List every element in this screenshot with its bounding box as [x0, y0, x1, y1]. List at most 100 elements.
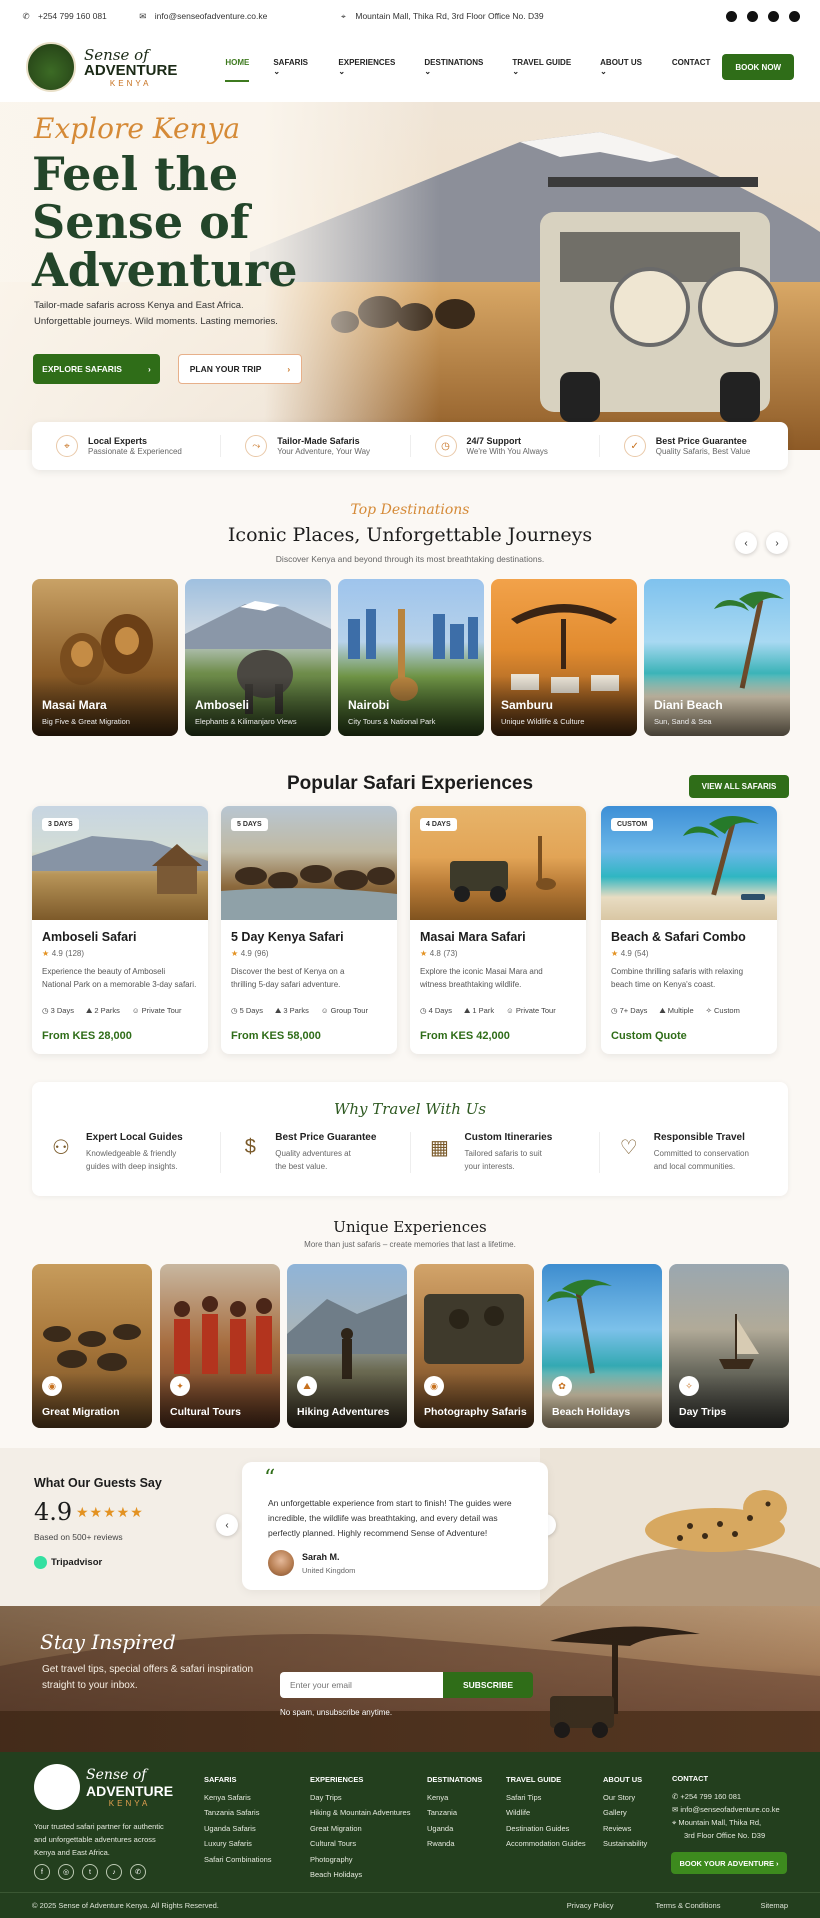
top-bar: ✆ +254 799 160 081 ✉ info@senseofadventure… — [0, 0, 820, 32]
footer-link[interactable]: Great Migration — [310, 1821, 410, 1837]
mail-icon: ✉ — [672, 1805, 679, 1814]
explore-safaris-button[interactable]: EXPLORE SAFARIS › — [33, 354, 160, 384]
footer-link[interactable]: Sustainability — [603, 1836, 647, 1852]
destinations-kicker: Top Destinations — [350, 502, 470, 518]
footer-link[interactable]: Day Trips — [310, 1790, 410, 1806]
topbar-email[interactable]: ✉ info@senseofadventure.co.ke — [137, 10, 267, 22]
safari-price: From KES 28,000 — [42, 1030, 132, 1042]
whatsapp-icon[interactable]: ✆ — [130, 1864, 146, 1880]
copyright: © 2025 Sense of Adventure Kenya. All Rig… — [32, 1901, 219, 1910]
sitemap-link[interactable]: Sitemap — [760, 1901, 788, 1910]
footer-link[interactable]: Tanzania Safaris — [204, 1805, 272, 1821]
privacy-link[interactable]: Privacy Policy — [567, 1901, 614, 1910]
experience-card[interactable]: ✿ Beach Holidays — [542, 1264, 662, 1428]
safari-card[interactable]: 4 DAYS Masai Mara Safari ★ 4.8 (73) Expl… — [410, 806, 586, 1054]
footer-logo[interactable]: Sense of ADVENTURE KENYA — [34, 1764, 173, 1810]
footer-link[interactable]: Safari Tips — [506, 1790, 586, 1806]
footer-link[interactable]: Kenya Safaris — [204, 1790, 272, 1806]
experience-card[interactable]: ◉ Photography Safaris — [414, 1264, 534, 1428]
footer-link[interactable]: Accommodation Guides — [506, 1836, 586, 1852]
nav-destinations[interactable]: DESTINATIONS ⌄ — [412, 58, 500, 76]
tripadvisor-badge[interactable]: Tripadvisor — [34, 1556, 102, 1569]
instagram-icon[interactable]: ◎ — [58, 1864, 74, 1880]
footer-link[interactable]: Destination Guides — [506, 1821, 586, 1837]
testimonial-prev-button[interactable]: ‹ — [216, 1514, 238, 1536]
facebook-icon[interactable] — [726, 10, 737, 22]
footer-col-about: ABOUT US Our Story Gallery Reviews Susta… — [603, 1772, 647, 1852]
nav-experiences[interactable]: EXPERIENCES ⌄ — [326, 58, 412, 76]
footer-link[interactable]: Uganda Safaris — [204, 1821, 272, 1837]
whatsapp-icon[interactable] — [789, 10, 800, 22]
tiktok-icon[interactable]: ♪ — [106, 1864, 122, 1880]
guides-icon: ⚇ — [52, 1136, 70, 1159]
footer-link[interactable]: Gallery — [603, 1805, 647, 1821]
terms-link[interactable]: Terms & Conditions — [655, 1901, 720, 1910]
footer-link[interactable]: Wildlife — [506, 1805, 586, 1821]
footer-link[interactable]: Tanzania — [427, 1805, 482, 1821]
nav-about[interactable]: ABOUT US ⌄ — [588, 58, 660, 76]
destination-card[interactable]: Diani Beach Sun, Sand & Sea — [644, 579, 790, 736]
footer-link[interactable]: Photography — [310, 1852, 410, 1868]
why-item-responsible: ♡ Responsible Travel Committed to conserva… — [600, 1132, 788, 1173]
destination-card[interactable]: Masai Mara Big Five & Great Migration — [32, 579, 178, 736]
destination-card[interactable]: Nairobi City Tours & National Park — [338, 579, 484, 736]
footer-link[interactable]: Cultural Tours — [310, 1836, 410, 1852]
star-icon: ★ — [231, 949, 239, 958]
logo-emblem-icon — [34, 1764, 80, 1810]
subscribe-button[interactable]: SUBSCRIBE — [443, 1672, 533, 1698]
footer-bottom-bar: © 2025 Sense of Adventure Kenya. All Rig… — [0, 1892, 820, 1918]
footer-link[interactable]: Uganda — [427, 1821, 482, 1837]
footer-col-contact: CONTACT ✆ +254 799 160 081 ✉ info@senseo… — [672, 1774, 780, 1840]
footer-col-experiences: EXPERIENCES Day Trips Hiking & Mountain … — [310, 1772, 410, 1883]
nav-home[interactable]: HOME — [213, 58, 261, 82]
footer-link[interactable]: Beach Holidays — [310, 1867, 410, 1883]
safari-card[interactable]: CUSTOM Beach & Safari Combo ★ 4.9 (54) C… — [601, 806, 777, 1054]
newsletter-email-input[interactable] — [280, 1672, 444, 1698]
footer-link[interactable]: Kenya — [427, 1790, 482, 1806]
why-travel-section: Why Travel With Us ⚇ Expert Local Guides K… — [32, 1082, 788, 1196]
plan-trip-button[interactable]: PLAN YOUR TRIP › — [178, 354, 302, 384]
masai-mara-safari-image: 4 DAYS — [410, 806, 586, 920]
footer-link[interactable]: Rwanda — [427, 1836, 482, 1852]
topbar-address: ⌖ Mountain Mall, Thika Rd, 3rd Floor Offi… — [337, 10, 544, 22]
duration-badge: 3 DAYS — [42, 818, 79, 831]
reviews-title: What Our Guests Say — [34, 1476, 162, 1490]
twitter-icon[interactable]: t — [82, 1864, 98, 1880]
clock-icon: ◷ — [611, 1006, 618, 1015]
nav-contact[interactable]: CONTACT — [660, 58, 723, 76]
location-pin-icon: ⌖ — [340, 10, 346, 21]
chevron-right-icon: › — [287, 364, 291, 374]
safari-jeep-image — [540, 177, 778, 422]
hero-subtitle-line2: Unforgettable journeys. Wild moments. La… — [34, 316, 278, 327]
nav-safaris[interactable]: SAFARIS ⌄ — [261, 58, 326, 76]
instagram-icon[interactable] — [747, 10, 758, 22]
book-adventure-button[interactable]: BOOK YOUR ADVENTURE › — [671, 1852, 787, 1874]
destination-card[interactable]: Amboseli Elephants & Kilimanjaro Views — [185, 579, 331, 736]
footer-link[interactable]: Safari Combinations — [204, 1852, 272, 1868]
feature-tailor-made: ⤳ Tailor-Made Safaris Your Adventure, Your… — [221, 435, 411, 457]
book-now-button[interactable]: BOOK NOW — [722, 54, 794, 80]
experience-card[interactable]: ⛰ Hiking Adventures — [287, 1264, 407, 1428]
safari-card[interactable]: 5 DAYS 5 Day Kenya Safari ★ 4.9 (96) Dis… — [221, 806, 397, 1054]
experience-card[interactable]: ✧ Day Trips — [669, 1264, 789, 1428]
experience-card[interactable]: ✦ Cultural Tours — [160, 1264, 280, 1428]
footer-col-travel-guide: TRAVEL GUIDE Safari Tips Wildlife Destin… — [506, 1772, 586, 1852]
twitter-icon[interactable] — [768, 10, 779, 22]
social-links — [726, 10, 800, 22]
experience-card[interactable]: ◉ Great Migration — [32, 1264, 152, 1428]
site-logo[interactable]: Sense of ADVENTURE KENYA — [26, 42, 177, 92]
footer-link[interactable]: Our Story — [603, 1790, 647, 1806]
arrow-right-icon: › — [776, 1858, 779, 1868]
destination-card[interactable]: Samburu Unique Wildlife & Culture — [491, 579, 637, 736]
safari-card[interactable]: 3 DAYS Amboseli Safari ★ 4.9 (128) Exper… — [32, 806, 208, 1054]
destinations-prev-button[interactable]: ‹ — [735, 532, 757, 554]
facebook-icon[interactable]: f — [34, 1864, 50, 1880]
topbar-phone[interactable]: ✆ +254 799 160 081 — [20, 10, 106, 22]
destinations-next-button[interactable]: › — [766, 532, 788, 554]
footer-link[interactable]: Reviews — [603, 1821, 647, 1837]
footer-link[interactable]: Hiking & Mountain Adventures — [310, 1805, 410, 1821]
footer-link[interactable]: Luxury Safaris — [204, 1836, 272, 1852]
nav-travel-guide[interactable]: TRAVEL GUIDE ⌄ — [500, 58, 588, 76]
view-all-safaris-button[interactable]: VIEW ALL SAFARIS — [689, 775, 789, 798]
amboseli-safari-image: 3 DAYS — [32, 806, 208, 920]
